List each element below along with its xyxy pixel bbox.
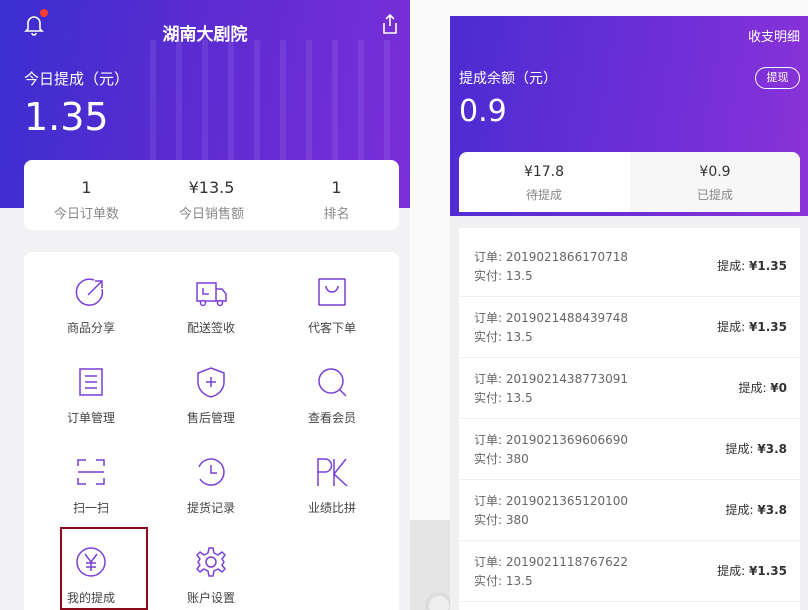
shopping-bag-icon (318, 278, 346, 306)
list-item[interactable]: 订单: 2019021118767622 实付: 13.5 提成: ¥1.35 (459, 541, 800, 602)
commission-value: ¥1.35 (749, 259, 787, 273)
list-item[interactable]: 订单: 2019021369606690 实付: 380 提成: ¥3.8 (459, 419, 800, 480)
commission-label: 提成: (725, 442, 758, 456)
stat-ranking: 1 排名 (274, 160, 399, 230)
tab-value: ¥0.9 (699, 164, 731, 180)
commission-value: ¥0 (770, 381, 787, 395)
tab-pending-commission[interactable]: ¥17.8 待提成 (459, 152, 629, 212)
commission-value: ¥3.8 (757, 503, 787, 517)
commission-balance-amount: 0.9 (459, 94, 507, 129)
shield-plus-icon (197, 367, 225, 398)
menu-item-label: 商品分享 (66, 321, 115, 335)
menu-item-order-management[interactable]: 订单管理 (31, 342, 151, 432)
paid-amount: 实付: 13.5 (474, 269, 533, 283)
tab-settled-commission[interactable]: ¥0.9 已提成 (630, 152, 800, 212)
menu-item-view-members[interactable]: 查看会员 (272, 342, 392, 432)
share-arrow-icon (75, 278, 104, 306)
commission-tabs: ¥17.8 待提成 ¥0.9 已提成 (459, 152, 800, 212)
stat-label: 今日订单数 (53, 207, 119, 222)
menu-item-label: 配送签收 (186, 321, 235, 335)
paid-amount: 实付: 13.5 (474, 330, 533, 344)
menu-item-label: 订单管理 (66, 411, 115, 425)
stat-value: 1 (331, 178, 342, 197)
tab-label: 已提成 (696, 188, 733, 202)
today-commission-amount: 1.35 (24, 95, 109, 139)
tab-label: 待提成 (525, 188, 562, 202)
commission-label: 提成: (717, 320, 750, 334)
commission-value: ¥1.35 (749, 320, 787, 334)
order-number: 订单: 2019021365120100 (474, 494, 629, 508)
commission-label: 提成: (717, 259, 750, 273)
commission-label: 提成: (717, 564, 750, 578)
menu-item-label: 查看会员 (307, 411, 356, 425)
menu-item-scan[interactable]: 扫一扫 (31, 432, 151, 522)
commission-amount: 提成: ¥3.8 (726, 440, 787, 457)
stat-value: ¥13.5 (188, 178, 235, 197)
header-background-texture (150, 40, 410, 170)
list-item[interactable]: 订单: 2019021866170718 实付: 13.5 提成: ¥1.35 (459, 236, 800, 297)
commission-record-list: 订单: 2019021866170718 实付: 13.5 提成: ¥1.35 … (459, 228, 800, 610)
right-screen-commission: 收支明细 提成余额（元） 提现 0.9 ¥17.8 待提成 ¥0.9 已提成 订… (450, 16, 808, 610)
scan-icon (77, 459, 105, 485)
stat-label: 排名 (323, 207, 350, 222)
commission-balance-caption: 提成余额（元） (459, 71, 557, 87)
menu-item-label: 扫一扫 (72, 501, 109, 515)
today-stats-card: 1 今日订单数 ¥13.5 今日销售额 1 排名 (24, 160, 399, 230)
menu-item-account-settings[interactable]: 账户设置 (151, 522, 271, 610)
list-item[interactable]: 订单: 2019021488439748 实付: 13.5 提成: ¥1.35 (459, 297, 800, 358)
paid-amount: 实付: 13.5 (474, 391, 533, 405)
menu-item-proxy-order[interactable]: 代客下单 (272, 252, 392, 342)
commission-amount: 提成: ¥3.8 (726, 501, 787, 518)
menu-item-label: 提货记录 (186, 501, 235, 515)
notification-badge (40, 9, 48, 17)
highlight-box-my-commission (60, 527, 148, 610)
share-icon[interactable] (381, 13, 399, 35)
page-title: 湖南大剧院 (162, 25, 248, 45)
commission-amount: 提成: ¥1.35 (717, 562, 787, 579)
gear-icon (196, 547, 226, 577)
order-list-icon (79, 368, 103, 396)
menu-item-delivery-signoff[interactable]: 配送签收 (151, 252, 271, 342)
pk-icon (317, 458, 348, 487)
today-commission-caption: 今日提成（元） (24, 70, 130, 88)
list-item[interactable]: 订单: 2019021438773091 实付: 13.5 提成: ¥0 (459, 358, 800, 419)
menu-item-label: 售后管理 (186, 411, 235, 425)
list-item[interactable]: 订单: 2019021365120100 实付: 380 提成: ¥3.8 (459, 480, 800, 541)
paid-amount: 实付: 380 (474, 452, 529, 466)
order-number: 订单: 2019021369606690 (474, 433, 629, 447)
menu-item-label: 账户设置 (186, 591, 235, 605)
commission-value: ¥1.35 (749, 564, 787, 578)
commission-label: 提成: (738, 381, 771, 395)
commission-label: 提成: (725, 503, 758, 517)
stat-sales-amount: ¥13.5 今日销售额 (149, 160, 274, 230)
order-number: 订单: 2019021866170718 (474, 250, 629, 264)
stat-label: 今日销售额 (178, 207, 244, 222)
menu-item-pickup-records[interactable]: 提货记录 (151, 432, 271, 522)
commission-amount: 提成: ¥0 (738, 379, 787, 396)
order-number: 订单: 2019021488439748 (474, 311, 629, 325)
stat-value: 1 (81, 178, 92, 197)
truck-icon (196, 282, 227, 307)
paid-amount: 实付: 380 (474, 513, 529, 527)
stat-order-count: 1 今日订单数 (24, 160, 149, 230)
menu-item-performance-pk[interactable]: 业绩比拼 (272, 432, 392, 522)
commission-amount: 提成: ¥1.35 (717, 257, 787, 274)
paid-amount: 实付: 13.5 (474, 574, 533, 588)
search-icon (318, 368, 347, 397)
history-clock-icon (198, 458, 225, 486)
commission-value: ¥3.8 (757, 442, 787, 456)
order-number: 订单: 2019021438773091 (474, 372, 629, 386)
menu-item-product-share[interactable]: 商品分享 (31, 252, 151, 342)
menu-item-after-sales[interactable]: 售后管理 (151, 342, 271, 432)
menu-item-label: 代客下单 (307, 321, 356, 335)
commission-amount: 提成: ¥1.35 (717, 318, 787, 335)
left-screen-home: 湖南大剧院 今日提成（元） 1.35 1 今日订单数 ¥13.5 今日销售额 1… (0, 0, 410, 610)
screenshot-canvas: 湖南大剧院 今日提成（元） 1.35 1 今日订单数 ¥13.5 今日销售额 1… (0, 0, 808, 610)
withdraw-button[interactable]: 提现 (755, 67, 800, 89)
tab-value: ¥17.8 (523, 164, 565, 180)
order-number: 订单: 2019021118767622 (474, 555, 629, 569)
income-expense-detail-link[interactable]: 收支明细 (748, 26, 800, 45)
menu-item-label: 业绩比拼 (307, 501, 356, 515)
